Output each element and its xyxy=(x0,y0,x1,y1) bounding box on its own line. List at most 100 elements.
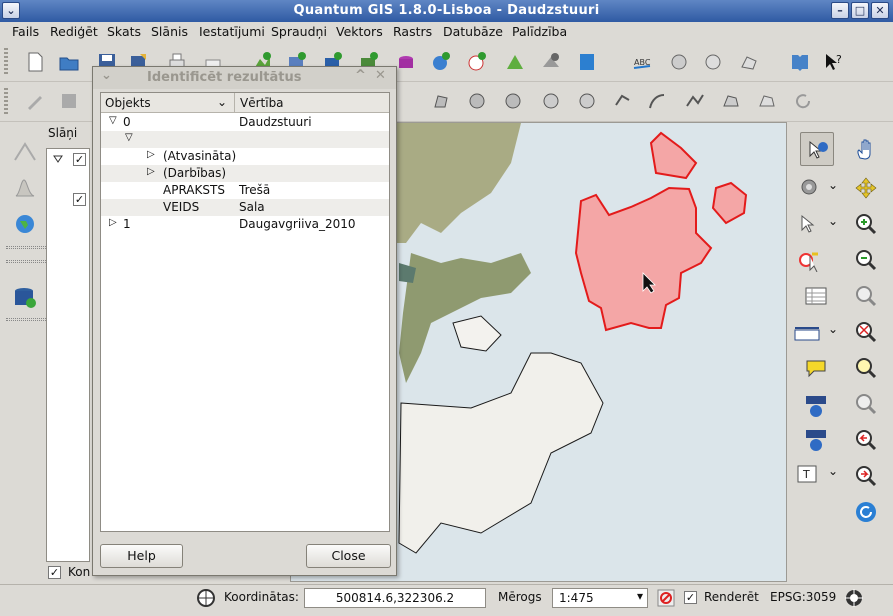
coords-field[interactable]: 500814.6,322306.2 xyxy=(304,588,486,608)
save-edits-icon[interactable] xyxy=(58,90,80,112)
actions-gear-icon[interactable] xyxy=(798,176,820,198)
menu-raster[interactable]: Rastrs xyxy=(393,24,432,39)
stop-render-icon[interactable] xyxy=(656,588,676,608)
measure-line-icon[interactable] xyxy=(794,324,820,342)
capture-polygon-icon[interactable] xyxy=(738,51,760,73)
collapsed-arrow-icon[interactable]: ▷ xyxy=(109,217,117,228)
select-features-icon[interactable] xyxy=(798,214,820,236)
dialog-close-icon[interactable]: ✕ xyxy=(375,68,386,83)
map-tips-icon[interactable] xyxy=(804,358,828,380)
results-tree[interactable]: Objekts ⌄ Vērtība ▽ 0 Daudzstuuri ▽ ▷ (A… xyxy=(100,92,390,532)
projection-icon[interactable] xyxy=(844,588,864,608)
attribute-table-icon[interactable] xyxy=(804,286,828,306)
layer-checkbox[interactable]: ✓ xyxy=(73,153,86,166)
add-ring-icon[interactable] xyxy=(466,90,488,112)
spell-check-icon[interactable]: ABC xyxy=(632,51,654,73)
tree-row[interactable]: ▽ xyxy=(101,131,389,148)
mouse-coords-icon[interactable] xyxy=(196,588,216,608)
tree-row[interactable]: APRAKSTS Trešā xyxy=(101,182,389,199)
maximize-button[interactable]: □ xyxy=(851,2,869,19)
toolbar-grip-2[interactable] xyxy=(4,88,8,116)
column-header-object[interactable]: Objekts xyxy=(105,96,151,110)
menu-help[interactable]: Palīdzība xyxy=(512,24,567,39)
rotate-point-icon[interactable] xyxy=(792,90,814,112)
whats-this-icon[interactable]: ? xyxy=(822,51,844,73)
add-wms-icon[interactable] xyxy=(430,51,452,73)
expanded-arrow-icon[interactable]: ▽ xyxy=(125,132,133,143)
collapsed-arrow-icon[interactable]: ▷ xyxy=(147,166,155,177)
pan-to-selection-icon[interactable] xyxy=(854,176,878,200)
show-bookmarks-icon[interactable] xyxy=(804,428,828,452)
tree-row[interactable]: ▷ 1 Daugavgriiva_2010 xyxy=(101,216,389,233)
globe-icon[interactable] xyxy=(12,212,38,236)
tree-row[interactable]: ▷ (Darbības) xyxy=(101,165,389,182)
menu-plugins[interactable]: Spraudņi xyxy=(271,24,327,39)
zoom-selection-icon[interactable] xyxy=(854,320,878,344)
add-wfs-icon[interactable] xyxy=(504,51,526,73)
open-project-icon[interactable] xyxy=(58,51,80,73)
new-bookmark-icon[interactable] xyxy=(804,394,828,418)
remove-layer-icon[interactable] xyxy=(540,51,562,73)
offset-curve-icon[interactable] xyxy=(646,90,668,112)
scale-combobox[interactable]: 1:475 ▾ xyxy=(552,588,648,608)
delete-part-icon[interactable] xyxy=(576,90,598,112)
split-features-icon[interactable] xyxy=(684,90,706,112)
close-window-button[interactable]: ✕ xyxy=(871,2,889,19)
sort-chevron-icon[interactable]: ⌄ xyxy=(217,95,227,109)
zoom-out-icon[interactable] xyxy=(854,248,878,272)
menu-database[interactable]: Datubāze xyxy=(443,24,503,39)
close-button[interactable]: Close xyxy=(306,544,391,568)
dialog-collapse-icon[interactable]: ^ xyxy=(355,68,366,83)
add-part-icon[interactable] xyxy=(502,90,524,112)
text-annotation-icon[interactable]: T xyxy=(796,464,820,484)
zoom-next-icon[interactable] xyxy=(854,464,878,488)
add-mssql-icon[interactable] xyxy=(396,51,418,73)
tree-row[interactable]: ▷ (Atvasināta) xyxy=(101,148,389,165)
layers-list[interactable]: ✓ ✓ xyxy=(46,148,90,562)
menu-edit[interactable]: Rediģēt xyxy=(50,24,98,39)
toggle-editing-icon[interactable] xyxy=(24,90,46,112)
reshape-features-icon[interactable] xyxy=(612,90,634,112)
column-header-value[interactable]: Vērtība xyxy=(240,96,284,110)
layer-checkbox[interactable]: ✓ xyxy=(73,193,86,206)
merge-features-icon[interactable] xyxy=(720,90,742,112)
expanded-arrow-icon[interactable]: ▽ xyxy=(109,115,117,126)
menu-view[interactable]: Skats xyxy=(107,24,141,39)
menu-file[interactable]: Fails xyxy=(12,24,39,39)
pan-icon[interactable] xyxy=(854,138,878,162)
epsg-label[interactable]: EPSG:3059 xyxy=(770,590,836,604)
collapsed-arrow-icon[interactable]: ▷ xyxy=(147,149,155,160)
new-project-icon[interactable] xyxy=(24,51,46,73)
capture-point-icon[interactable] xyxy=(668,51,690,73)
menu-vector[interactable]: Vektors xyxy=(336,24,383,39)
chevron-down-icon[interactable]: ⌄ xyxy=(828,214,838,228)
help-contents-icon[interactable] xyxy=(788,51,810,73)
capture-line-icon[interactable] xyxy=(702,51,724,73)
zoom-native-icon[interactable] xyxy=(854,392,878,416)
help-button[interactable]: Help xyxy=(100,544,183,568)
tree-row[interactable]: VEIDS Sala xyxy=(101,199,389,216)
zoom-full-icon[interactable] xyxy=(854,284,878,308)
expand-arrow-icon[interactable] xyxy=(53,155,63,163)
minimize-button[interactable]: – xyxy=(831,2,849,19)
toolbar-grip[interactable] xyxy=(4,48,8,76)
simplify-feature-icon[interactable] xyxy=(430,90,452,112)
gps-tool-icon[interactable] xyxy=(12,140,38,164)
tree-row[interactable]: ▽ 0 Daudzstuuri xyxy=(101,114,389,131)
merge-attributes-icon[interactable] xyxy=(756,90,778,112)
chevron-down-icon[interactable]: ⌄ xyxy=(828,464,838,478)
render-checkbox[interactable]: ✓ xyxy=(684,591,697,604)
add-wcs-icon[interactable] xyxy=(466,51,488,73)
chevron-down-icon[interactable]: ▾ xyxy=(637,589,643,603)
control-render-checkbox[interactable]: ✓ xyxy=(48,566,61,579)
chevron-down-icon[interactable]: ⌄ xyxy=(828,322,838,336)
zoom-layer-icon[interactable] xyxy=(854,356,878,380)
deselect-icon[interactable] xyxy=(798,250,820,272)
chevron-down-icon[interactable]: ⌄ xyxy=(828,178,838,192)
new-shapefile-icon[interactable] xyxy=(576,51,598,73)
histogram-icon[interactable] xyxy=(12,176,38,200)
zoom-in-icon[interactable] xyxy=(854,212,878,236)
identify-tool-button[interactable] xyxy=(800,132,834,166)
dialog-title-bar[interactable]: ⌄ Identificēt rezultātus ^ ✕ xyxy=(93,67,396,89)
menu-layer[interactable]: Slānis xyxy=(151,24,188,39)
